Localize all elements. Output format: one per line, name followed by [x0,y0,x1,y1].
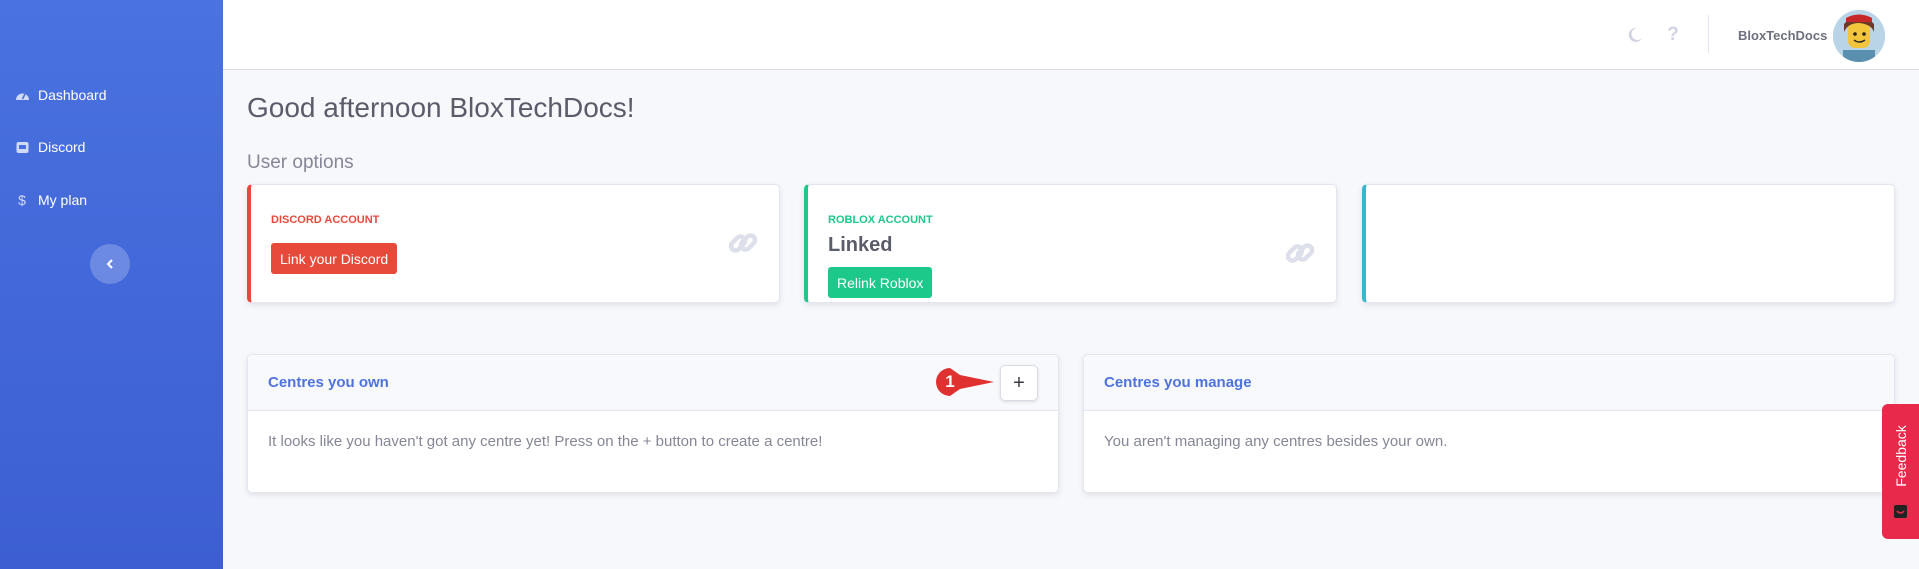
dollar-icon: $ [18,192,26,208]
dashboard-icon [14,87,30,103]
avatar[interactable] [1833,10,1885,62]
feedback-icon [1894,505,1907,518]
empty-info-card [1362,184,1895,303]
sidebar-item-dashboard[interactable]: Dashboard [14,87,107,103]
page-title: Good afternoon BloxTechDocs! [247,92,635,123]
step-marker-number: 1 [945,372,955,391]
sidebar-item-my-plan[interactable]: $ My plan [14,192,87,208]
step-marker: 1 [936,368,994,396]
sidebar-item-label: Discord [38,139,86,155]
chevron-left-icon [106,259,113,269]
feedback-label: Feedback [1892,425,1909,487]
panel-title: Centres you manage [1104,374,1252,391]
empty-state-message: You aren't managing any centres besides … [1104,433,1448,450]
panel-header: Centres you manage [1084,355,1894,411]
question-icon[interactable]: ? [1663,24,1683,45]
add-centre-button[interactable]: + [1000,365,1038,401]
moon-icon[interactable] [1625,25,1645,45]
discord-account-card: DISCORD ACCOUNT Link your Discord [247,184,780,303]
empty-state-message: It looks like you haven't got any centre… [268,433,823,450]
link-icon [1285,243,1315,263]
link-discord-button[interactable]: Link your Discord [271,243,398,274]
discord-account-label: DISCORD ACCOUNT [271,214,380,226]
topbar-divider [1708,15,1709,53]
link-icon [728,233,758,253]
roblox-account-label: ROBLOX ACCOUNT [828,214,933,226]
sidebar-collapse-button[interactable] [90,244,130,284]
roblox-account-status: Linked [828,234,893,256]
panel-title: Centres you own [268,374,389,391]
section-title-user-options: User options [247,152,354,173]
sidebar-item-label: My plan [38,192,88,208]
sidebar-item-discord[interactable]: Discord [14,139,85,155]
username[interactable]: BloxTechDocs [1738,28,1827,43]
sidebar-item-label: Dashboard [38,87,107,103]
topbar: ? BloxTechDocs [223,0,1919,70]
roblox-account-card: ROBLOX ACCOUNT Linked Relink Roblox [804,184,1337,303]
discord-icon [14,139,30,155]
relink-roblox-button[interactable]: Relink Roblox [828,267,933,298]
feedback-tab[interactable]: Feedback [1882,404,1919,539]
centres-managed-panel: Centres you manage You aren't managing a… [1083,354,1895,493]
sidebar: Dashboard Discord $ My plan [0,0,223,569]
